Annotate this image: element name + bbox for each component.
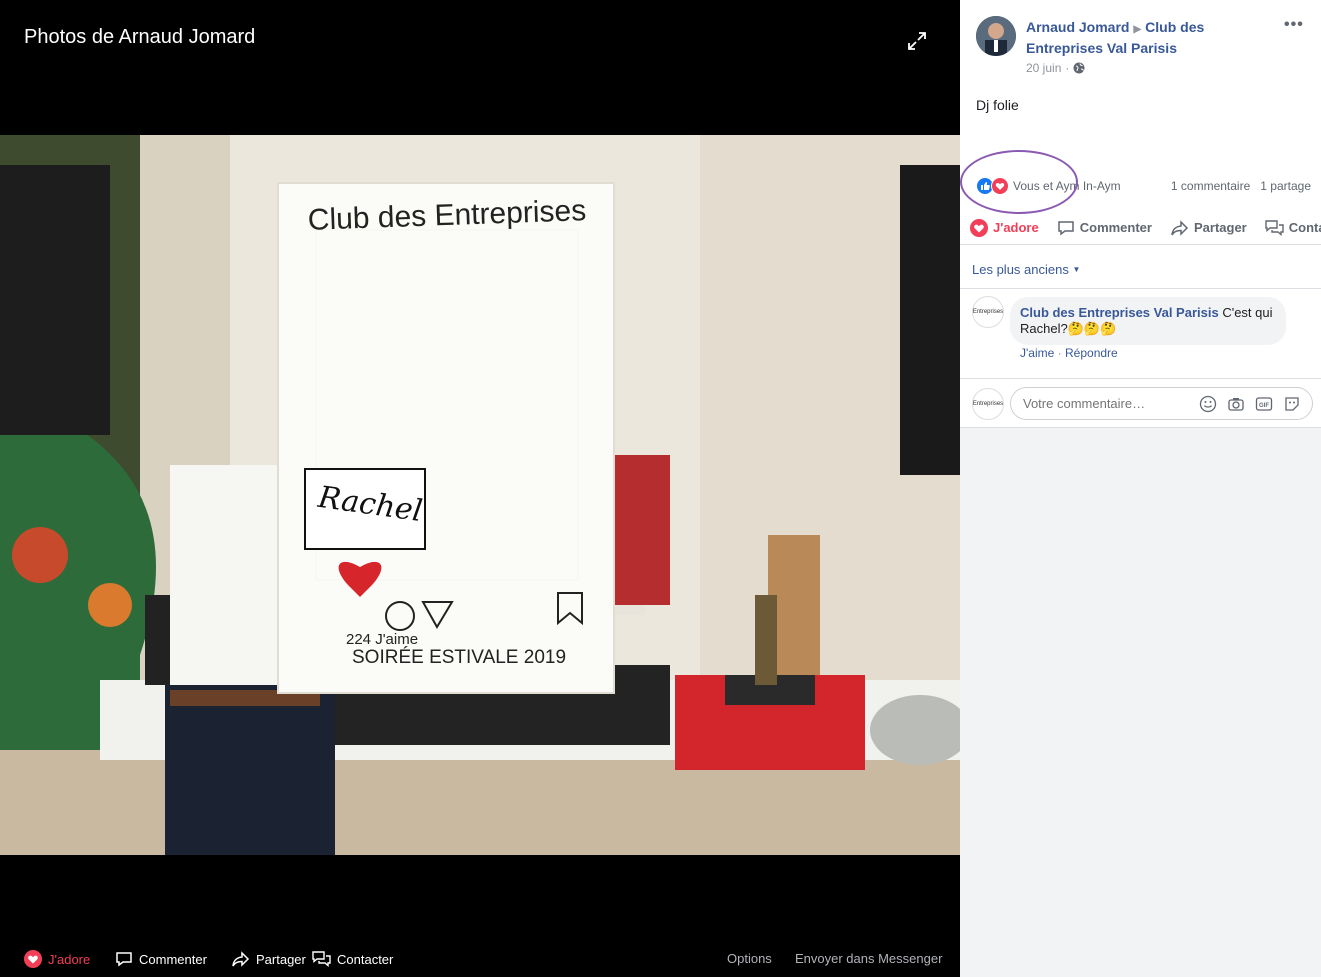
comment-like-link[interactable]: J'aime (1020, 346, 1054, 360)
expand-icon[interactable] (906, 30, 928, 52)
sticker-icon[interactable] (1283, 395, 1301, 413)
love-label: J'adore (48, 951, 91, 967)
heart-icon (24, 950, 42, 968)
comment-icon (116, 952, 132, 967)
more-options-icon[interactable]: ••• (1284, 16, 1304, 34)
reaction-icons[interactable] (976, 177, 1009, 195)
contact-icon (312, 951, 331, 967)
share-button[interactable]: Partager (231, 950, 306, 968)
heart-icon (970, 218, 988, 237)
comment-bubble: Club des Entreprises Val Parisis C'est q… (1010, 297, 1286, 345)
options-link[interactable]: Options (727, 951, 772, 966)
meta-separator: · (1065, 61, 1070, 75)
share-icon (232, 951, 250, 967)
photo-viewer: Photos de Arnaud Jomard Club des Entrepr… (0, 0, 960, 977)
comments-count-link[interactable]: 1 commentaire (1171, 179, 1250, 193)
post-text: Dj folie (976, 97, 1019, 113)
post-date[interactable]: 20 juin (1026, 61, 1061, 75)
commenter-avatar[interactable]: Entreprises (972, 296, 1004, 328)
share-icon (1171, 219, 1189, 236)
contact-button[interactable]: Contacter (312, 950, 393, 968)
comment-reply-link[interactable]: Répondre (1065, 346, 1118, 360)
love-action-label: J'adore (993, 220, 1039, 235)
sort-label: Les plus anciens (972, 262, 1069, 277)
send-messenger-link[interactable]: Envoyer dans Messenger (795, 951, 942, 966)
comment-action-button[interactable]: Commenter (1057, 219, 1152, 237)
comment-label: Commenter (139, 951, 207, 967)
svg-text:GIF: GIF (1259, 403, 1269, 409)
comment-sort-dropdown[interactable]: Les plus anciens ▼ (972, 262, 1080, 277)
photo-likes-text: 224 J'aime (346, 631, 419, 648)
contact-action-button[interactable]: Contacter (1265, 219, 1321, 237)
contact-icon (1265, 219, 1284, 236)
share-action-button[interactable]: Partager (1170, 219, 1247, 237)
divider (960, 378, 1321, 379)
composer-icons: GIF (1199, 395, 1301, 413)
commenter-avatar-text: Entreprises (972, 309, 1004, 315)
contact-action-label: Contacter (1288, 220, 1321, 235)
comment-button[interactable]: Commenter (115, 950, 207, 968)
shares-count-link[interactable]: 1 partage (1260, 179, 1311, 193)
author-avatar[interactable] (976, 16, 1016, 56)
comment-icon (1057, 220, 1074, 235)
share-action-label: Partager (1193, 220, 1247, 235)
caret-down-icon: ▼ (1072, 265, 1081, 274)
panel-empty-area (960, 428, 1321, 977)
share-label: Partager (256, 951, 306, 967)
viewer-title: Photos de Arnaud Jomard (24, 26, 256, 48)
composer-avatar-text: Entreprises (972, 401, 1004, 407)
gif-icon[interactable]: GIF (1255, 395, 1273, 413)
caret-right-icon: ▶ (1133, 24, 1142, 35)
love-action-button[interactable]: J'adore (970, 218, 1039, 237)
comment-links: J'aime · Répondre (1020, 346, 1118, 360)
post-header: Arnaud Jomard ▶ Club des Entreprises Val P… (1026, 18, 1266, 58)
love-reaction-icon (991, 177, 1009, 195)
reactions-summary: Vous et Aym In-Aym 1 commentaire 1 parta… (976, 176, 1311, 196)
comment-link-separator: · (1057, 346, 1062, 360)
globe-icon (1073, 62, 1085, 74)
event-photo: Club des Entreprises Rachel 224 J'aime S… (0, 135, 960, 855)
post-actions: J'adore Commenter Partager Contacter (960, 211, 1321, 245)
post-meta: 20 juin · (1026, 61, 1085, 75)
author-name-link[interactable]: Arnaud Jomard (1026, 19, 1129, 35)
post-side-panel: Arnaud Jomard ▶ Club des Entreprises Val P… (960, 0, 1321, 977)
love-button[interactable]: J'adore (24, 950, 90, 968)
post-stats: 1 commentaire 1 partage (1171, 179, 1311, 193)
reactions-text[interactable]: Vous et Aym In-Aym (1013, 179, 1121, 193)
camera-icon[interactable] (1227, 395, 1245, 413)
contact-label: Contacter (337, 951, 394, 967)
comment-composer: Entreprises GIF (972, 387, 1313, 421)
commenter-name-link[interactable]: Club des Entreprises Val Parisis (1020, 305, 1219, 320)
photo-event-text: SOIRÉE ESTIVALE 2019 (352, 647, 567, 668)
emoji-icon[interactable] (1199, 395, 1217, 413)
photo-action-bar: J'adore Commenter Partager Contacter Opt… (0, 940, 960, 977)
composer-avatar: Entreprises (972, 388, 1004, 420)
comment-action-label: Commenter (1079, 220, 1152, 235)
divider (960, 288, 1321, 289)
